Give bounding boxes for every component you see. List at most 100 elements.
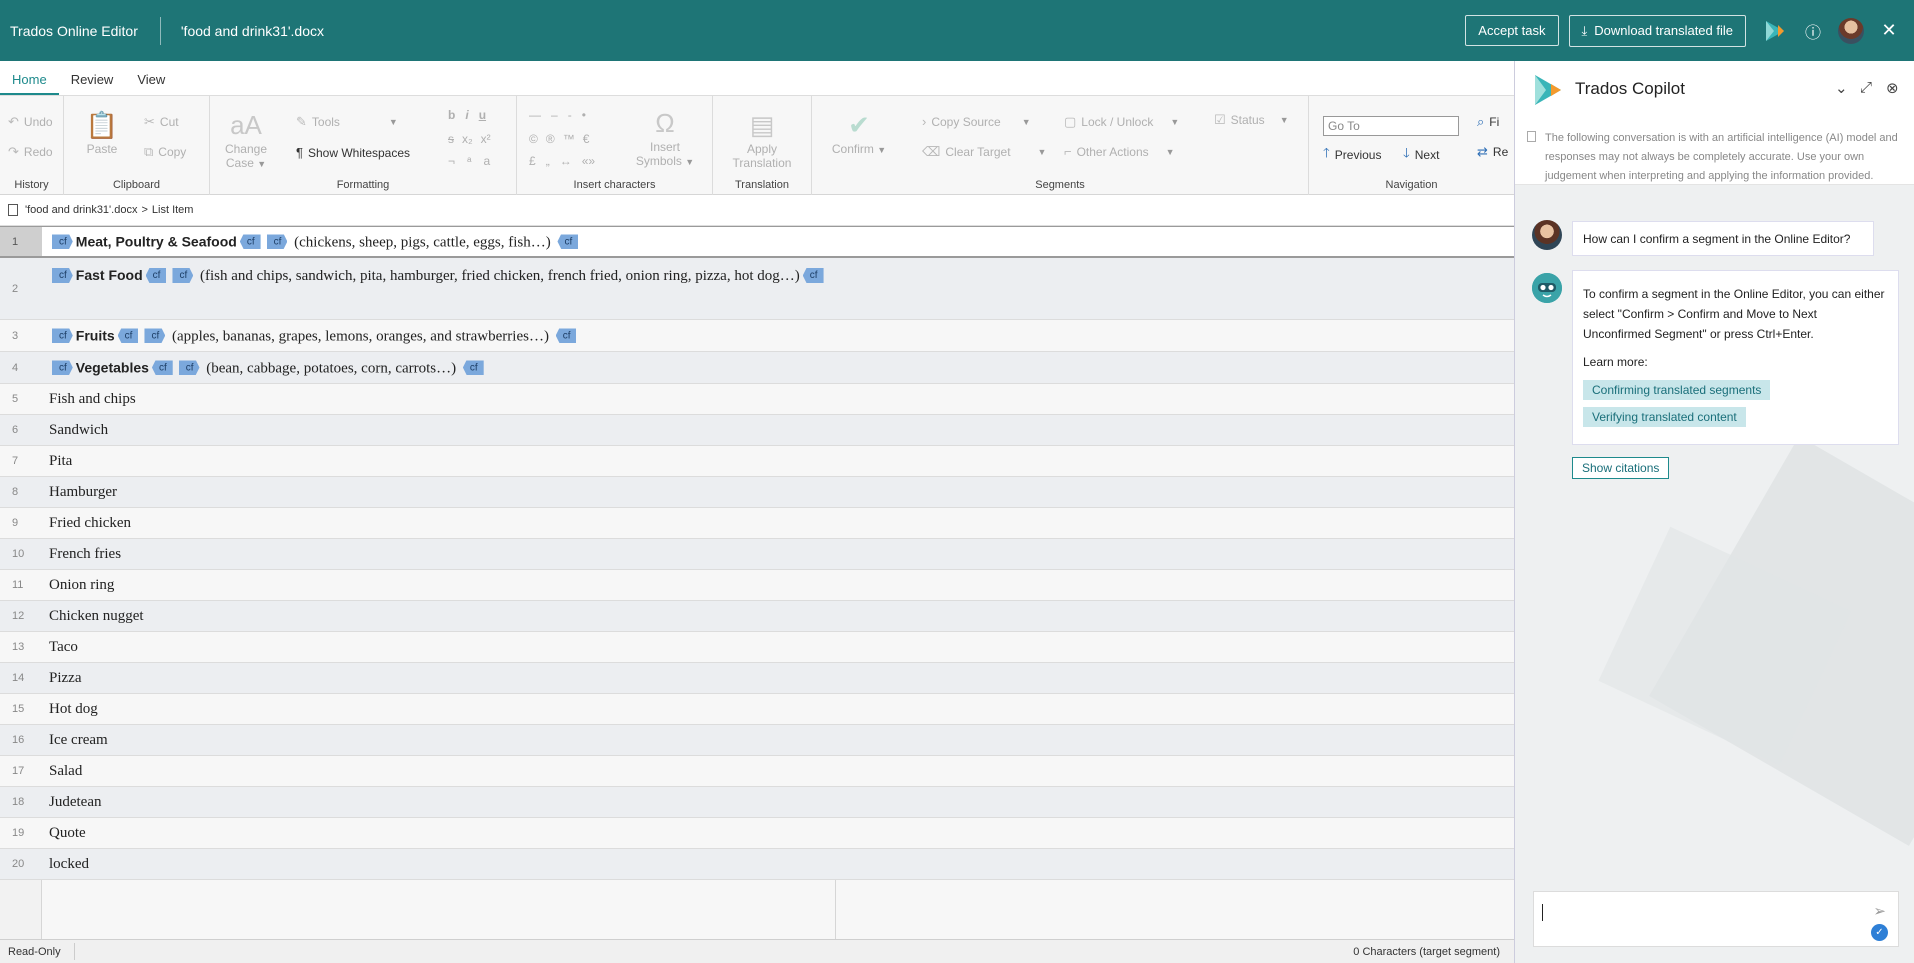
cf-tag[interactable]: cf: [145, 268, 167, 283]
status-button[interactable]: ☑ Status ▼: [1214, 112, 1289, 128]
script-buttons[interactable]: s x₂ x²: [448, 132, 491, 146]
chat-input[interactable]: ➢ ✓: [1533, 891, 1899, 947]
replace-button[interactable]: ⇄ Re: [1477, 144, 1508, 160]
cf-tag[interactable]: cf: [52, 328, 73, 343]
goto-input[interactable]: Go To: [1323, 116, 1459, 136]
segment-row[interactable]: 8 Hamburger: [0, 477, 1514, 508]
change-case-button[interactable]: aA Change Case ▼: [224, 108, 268, 171]
text-style-buttons[interactable]: biu: [448, 108, 486, 122]
source-cell[interactable]: cf Fast Food cf cf (fish and chips, sandwic…: [49, 261, 831, 291]
spellcheck-badge-icon[interactable]: ✓: [1871, 924, 1888, 941]
copilot-toggle-icon[interactable]: [1756, 12, 1794, 50]
cf-tag[interactable]: cf: [802, 268, 824, 283]
euro-icon[interactable]: €: [583, 132, 590, 146]
breadcrumb-file[interactable]: 'food and drink31'.docx: [25, 204, 137, 216]
segment-row[interactable]: 15 Hot dog: [0, 694, 1514, 725]
cf-tag[interactable]: cf: [239, 234, 261, 249]
segment-row[interactable]: 5 Fish and chips: [0, 384, 1514, 415]
send-icon[interactable]: ➢: [1873, 902, 1886, 920]
source-cell[interactable]: Quote: [49, 819, 831, 847]
quote-characters[interactable]: £ „ ↔ «»: [529, 154, 595, 168]
close-icon[interactable]: ✕: [1870, 12, 1908, 50]
cf-tag[interactable]: cf: [266, 234, 288, 249]
source-cell[interactable]: Pizza: [49, 664, 831, 692]
source-cell[interactable]: Ice cream: [49, 726, 831, 754]
arrow-icon[interactable]: ↔: [560, 154, 572, 168]
link-confirming-translated-segments[interactable]: Confirming translated segments: [1583, 380, 1771, 400]
source-cell[interactable]: Salad: [49, 757, 831, 785]
redo-button[interactable]: ↷ Redo: [8, 144, 53, 160]
paste-button[interactable]: 📋 Paste: [82, 108, 122, 156]
source-cell[interactable]: Onion ring: [49, 571, 831, 599]
hyphen-icon[interactable]: -: [568, 108, 572, 122]
tools-button[interactable]: ✎ Tools ▼: [296, 114, 398, 130]
en-dash-icon[interactable]: –: [551, 108, 558, 122]
cf-tag[interactable]: cf: [555, 328, 577, 343]
italic-icon[interactable]: i: [465, 108, 468, 122]
apply-translation-button[interactable]: ▤ Apply Translation: [729, 108, 795, 170]
bold-icon[interactable]: b: [448, 108, 455, 122]
source-cell[interactable]: Judetean: [49, 788, 831, 816]
segment-row[interactable]: 4 cf Vegetables cf cf (bean, cabbage, potato…: [0, 352, 1514, 384]
tab-home[interactable]: Home: [0, 72, 59, 95]
segment-row[interactable]: 7 Pita: [0, 446, 1514, 477]
insert-symbols-button[interactable]: Ω Insert Symbols ▼: [633, 106, 697, 169]
cut-button[interactable]: ✂ Cut: [144, 114, 179, 130]
strikethrough-icon[interactable]: s: [448, 132, 454, 146]
segment-row[interactable]: 9 Fried chicken: [0, 508, 1514, 539]
pound-icon[interactable]: £: [529, 154, 536, 168]
dash-characters[interactable]: — – - •: [529, 108, 586, 122]
copy-button[interactable]: ⧉ Copy: [144, 144, 186, 160]
segment-row[interactable]: 18 Judetean: [0, 787, 1514, 818]
download-translated-file-button[interactable]: ⤓ Download translated file: [1568, 14, 1746, 47]
clear-target-button[interactable]: ⌫ Clear Target ▼: [922, 144, 1046, 160]
clear-format-icon[interactable]: ¬: [448, 154, 455, 168]
source-cell[interactable]: Fish and chips: [49, 385, 831, 413]
source-cell[interactable]: cf Fruits cf cf (apples, bananas, grapes, l…: [49, 321, 831, 350]
copyright-icon[interactable]: ©: [529, 132, 538, 146]
segment-row[interactable]: 10 French fries: [0, 539, 1514, 570]
segment-row[interactable]: 17 Salad: [0, 756, 1514, 787]
show-whitespaces-button[interactable]: ¶ Show Whitespaces: [296, 145, 410, 160]
cf-tag[interactable]: cf: [151, 360, 173, 375]
source-cell[interactable]: French fries: [49, 540, 831, 568]
info-icon[interactable]: ⓘ: [1794, 12, 1832, 50]
chevron-down-icon[interactable]: ⌄: [1835, 79, 1848, 97]
segment-row[interactable]: 6 Sandwich: [0, 415, 1514, 446]
find-button[interactable]: ⌕ Fi: [1477, 114, 1499, 130]
source-cell[interactable]: Hamburger: [49, 478, 831, 506]
next-button[interactable]: 🡓 Next: [1403, 144, 1439, 166]
source-cell[interactable]: locked: [49, 850, 831, 878]
cf-tag[interactable]: cf: [52, 360, 73, 375]
source-cell[interactable]: cf Vegetables cf cf (bean, cabbage, potatoe…: [49, 353, 831, 382]
segment-row[interactable]: 16 Ice cream: [0, 725, 1514, 756]
segment-row[interactable]: 20 locked: [0, 849, 1514, 880]
cf-tag[interactable]: cf: [52, 234, 73, 249]
accept-task-button[interactable]: Accept task: [1465, 15, 1559, 46]
low-quote-icon[interactable]: „: [546, 154, 550, 168]
source-cell[interactable]: Sandwich: [49, 416, 831, 444]
close-panel-icon[interactable]: ⊗: [1886, 79, 1899, 97]
source-cell[interactable]: Chicken nugget: [49, 602, 831, 630]
lock-unlock-button[interactable]: ▢ Lock / Unlock ▼: [1064, 114, 1179, 130]
tab-view[interactable]: View: [125, 72, 177, 95]
source-cell[interactable]: Pita: [49, 447, 831, 475]
superscript-icon[interactable]: x²: [481, 132, 491, 146]
segment-row[interactable]: 13 Taco: [0, 632, 1514, 663]
segment-row[interactable]: 2 cf Fast Food cf cf (fish and chips, sandwi…: [0, 258, 1514, 320]
link-verifying-translated-content[interactable]: Verifying translated content: [1583, 407, 1746, 427]
tab-review[interactable]: Review: [59, 72, 126, 95]
source-cell[interactable]: Fried chicken: [49, 509, 831, 537]
cf-tag[interactable]: cf: [52, 268, 73, 283]
cf-tag[interactable]: cf: [117, 328, 139, 343]
show-citations-button[interactable]: Show citations: [1572, 457, 1670, 479]
symbol-characters[interactable]: © ® ™ €: [529, 132, 589, 146]
segment-row[interactable]: 1 cf Meat, Poultry & Seafood cf cf (chickens…: [0, 226, 1514, 258]
em-dash-icon[interactable]: —: [529, 108, 541, 122]
confirm-button[interactable]: ✔ Confirm ▼: [826, 108, 892, 157]
source-cell[interactable]: Hot dog: [49, 695, 831, 723]
other-actions-button[interactable]: ⌐ Other Actions ▼: [1064, 144, 1175, 159]
copy-source-button[interactable]: › Copy Source ▼: [922, 114, 1031, 129]
segment-row[interactable]: 3 cf Fruits cf cf (apples, bananas, grapes, …: [0, 320, 1514, 352]
source-cell[interactable]: Taco: [49, 633, 831, 661]
